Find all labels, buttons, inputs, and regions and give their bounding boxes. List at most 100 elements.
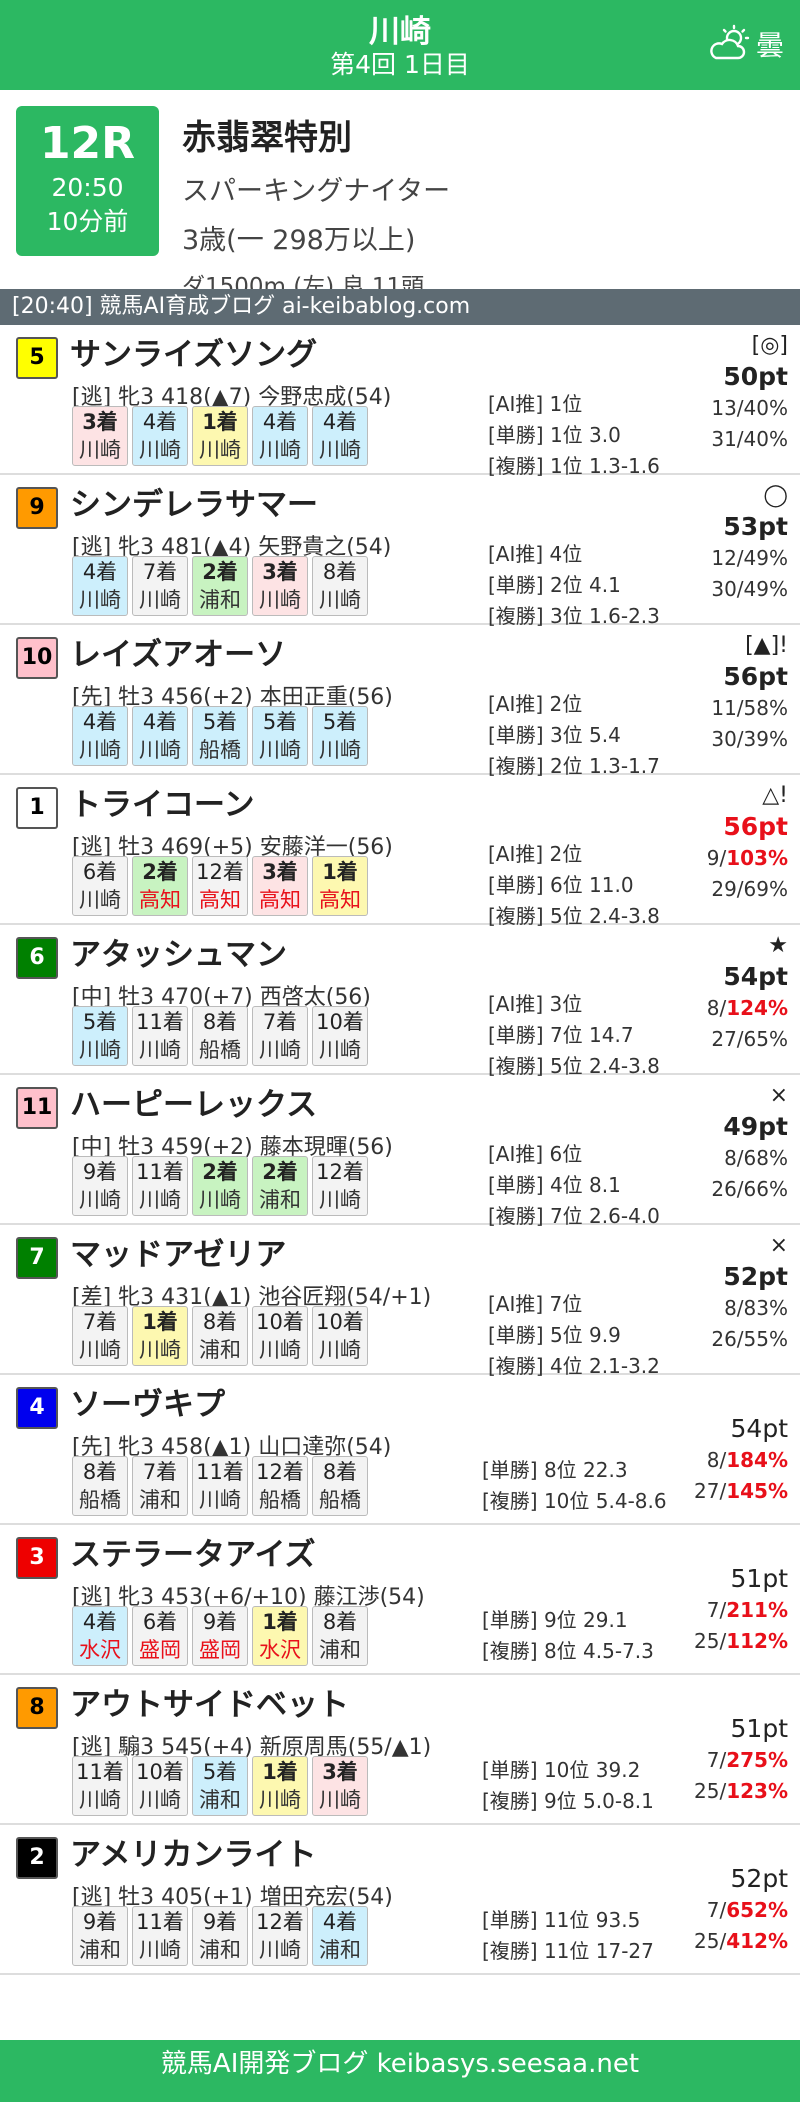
result-position: 6着 [82,860,118,884]
result-position: 6着 [142,1610,178,1634]
past-result-cell: 4着川崎 [132,406,188,466]
rate-percent: 652% [726,1898,788,1922]
horse-row[interactable]: 7 マッドアゼリア [差] 牝3 431(▲1) 池谷匠翔(54/+1) 7着 川崎 1着… [0,1225,800,1378]
horse-name[interactable]: シンデレラサマー [70,479,318,524]
horse-name[interactable]: サンライズソング [70,329,317,374]
win-odds: [単勝] 10位 39.2 [482,1758,641,1782]
past-result-cell: 3着 川崎 [252,556,308,616]
result-venue: 高知 [319,888,361,912]
ai-rank: [AI推] 2位 [488,842,583,866]
result-venue: 川崎 [79,1038,121,1062]
result-position: 3着 [322,1760,358,1784]
past-result-cell: 5着 川崎 [252,706,308,766]
result-venue: 船橋 [79,1488,121,1512]
rate-percent: 103% [726,846,788,870]
past-result-cell: 10着 川崎 [132,1756,188,1816]
place-rate: 25/412% [694,1926,788,1957]
score-stats: 51pt 7/275% 25/123% [694,1713,788,1807]
place-rate: 25/112% [694,1626,788,1657]
result-position: 10着 [316,1310,364,1334]
result-position: 1着 [142,1310,178,1334]
past-result-cell: 3着 川崎 [312,1756,368,1816]
win-rate: 12/49% [711,543,788,574]
horse-row[interactable]: 8 アウトサイドベット [逃] 騸3 545(+4) 新原周馬(55/▲1) 11着川… [0,1675,800,1825]
past-result-cell: 10着 川崎 [312,1306,368,1366]
past-result-cell: 11着 川崎 [132,1156,188,1216]
result-position: 12着 [316,1160,364,1184]
rate-count: 30/ [711,727,744,751]
horse-row[interactable]: 9 シンデレラサマー [逃] 牝3 481(▲4) 矢野貴之(54) 4着 川崎 7着 川崎… [0,475,800,628]
odds-stats: [単勝] 8位 22.3 [複勝] 10位 5.4-8.6 [482,1455,667,1517]
score-stats: × 49pt 8/68% 26/66% [711,1081,788,1205]
result-venue: 川崎 [319,588,361,612]
past-result-cell: 2着 浦和 [252,1156,308,1216]
result-venue: 浦和 [319,1638,361,1662]
horse-name[interactable]: アタッシュマン [70,929,287,974]
rate-percent: 49% [743,577,788,601]
app-header: 川崎 第4回 1日目 曇 [0,0,800,90]
horse-row[interactable]: 5 サンライズソング [逃] 牝3 418(▲7) 今野忠成(54) 3着 川崎 4着 川崎… [0,325,800,478]
horse-name[interactable]: レイズアオーソ [70,629,286,674]
past-result-cell: 4着 浦和 [312,1906,368,1966]
rate-count: 25/ [694,1629,727,1653]
result-position: 4着 [142,410,178,434]
past-results: 4着 川崎 7着 川崎 2着 浦和 3着 川崎 8着 川崎 [72,556,372,616]
win-rate: 9/103% [707,843,788,874]
horse-name[interactable]: アウトサイドベット [70,1679,349,1724]
result-venue: 川崎 [319,738,361,762]
horse-name[interactable]: ステラータアイズ [70,1529,316,1574]
rate-percent: 39% [743,727,788,751]
horse-row[interactable]: 10 レイズアオーソ [先] 牡3 456(+2) 本田正重(56) 4着 川崎 4着 川崎… [0,625,800,778]
result-venue: 川崎 [139,588,181,612]
result-position: 7着 [82,1310,118,1334]
past-results: 5着 川崎 11着 川崎 8着 船橋 7着 川崎 10着 川崎 [72,1006,372,1066]
horse-row[interactable]: 4 ソーヴキプ [先] 牝3 458(▲1) 山口達弥(54) 8着 船橋 7着 浦和 11着… [0,1375,800,1525]
result-venue: 高知 [259,888,301,912]
past-results: 9着 浦和 11着 川崎 9着 浦和 12着 川崎 4着 浦和 [72,1906,372,1966]
result-venue: 川崎 [139,438,181,462]
prediction-mark: [▲]! [745,633,788,658]
rate-count: 11/ [711,696,744,720]
past-result-cell: 4着 川崎 [252,406,308,466]
horse-name[interactable]: トライコーン [70,779,254,824]
result-position: 3着 [262,560,298,584]
rate-percent: 40% [743,396,788,420]
result-position: 2着 [202,1160,238,1184]
past-result-cell: 12着 高知 [192,856,248,916]
horse-row[interactable]: 11 ハーピーレックス [中] 牡3 459(+2) 藤本現暉(56) 9着 川崎 11着… [0,1075,800,1228]
horse-row[interactable]: 2 アメリカンライト [逃] 牡3 405(+1) 増田充宏(54) 9着 浦和 11着川… [0,1825,800,1975]
past-result-cell: 1着 川崎 [132,1306,188,1366]
result-venue: 浦和 [199,588,241,612]
past-results: 9着 川崎 11着 川崎 2着 川崎 2着 浦和 12着 川崎 [72,1156,372,1216]
rate-count: 25/ [694,1929,727,1953]
rate-percent: 58% [743,696,788,720]
past-result-cell: 1着 水沢 [252,1606,308,1666]
ai-blog-banner[interactable]: [20:40] 競馬AI育成ブログ ai-keibablog.com [0,289,800,325]
horse-name[interactable]: ハーピーレックス [70,1079,317,1124]
result-position: 3着 [262,860,298,884]
horse-name[interactable]: アメリカンライト [70,1829,316,1874]
result-position: 4着 [82,1610,118,1634]
odds-stats: [AI推] 4位 [単勝] 2位 4.1 [複勝] 3位 1.6-2.3 [488,539,660,632]
place-rate: 30/39% [711,724,788,755]
result-venue: 川崎 [139,738,181,762]
win-rate: 8/83% [711,1293,788,1324]
horse-row[interactable]: 3 ステラータアイズ [逃] 牝3 453(+6/+10) 藤江渉(54) 4着 水沢 6… [0,1525,800,1675]
footer-link[interactable]: 競馬AI開発ブログ keibasys.seesaa.net [0,2040,800,2102]
result-venue: 浦和 [199,1338,241,1362]
rate-percent: 275% [726,1748,788,1772]
place-rate: 30/49% [711,574,788,605]
result-position: 11着 [196,1460,244,1484]
horse-row[interactable]: 6 アタッシュマン [中] 牡3 470(+7) 西啓太(56) 5着 川崎 11着 川崎 8… [0,925,800,1078]
horse-row[interactable]: 1 トライコーン [逃] 牡3 469(+5) 安藤洋一(56) 6着 川崎 2着 高知 12… [0,775,800,928]
horse-name[interactable]: ソーヴキプ [70,1379,225,1424]
past-result-cell: 5着 川崎 [312,706,368,766]
result-position: 8着 [322,1610,358,1634]
win-odds: [単勝] 9位 29.1 [482,1608,628,1632]
score-points: 51pt [730,1564,788,1593]
rate-percent: 66% [743,1177,788,1201]
result-venue: 川崎 [259,1938,301,1962]
race-name: 赤翡翠特別 [182,118,352,158]
horse-name[interactable]: マッドアゼリア [70,1229,286,1274]
result-venue: 川崎 [139,1188,181,1212]
